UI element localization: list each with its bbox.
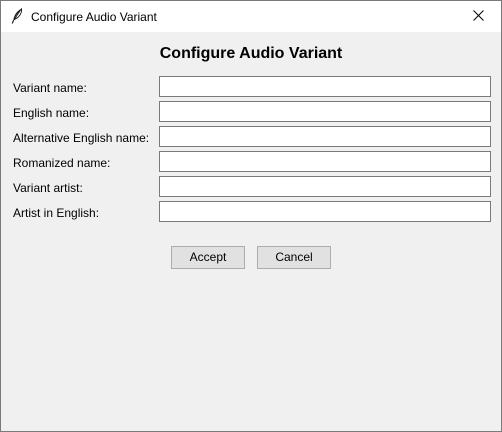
dialog-window: Configure Audio Variant Configure Audio … <box>0 0 502 432</box>
title-bar: Configure Audio Variant <box>1 1 501 32</box>
close-icon <box>472 9 484 24</box>
artist-in-english-input[interactable] <box>159 201 491 222</box>
close-button[interactable] <box>455 1 501 32</box>
dialog-heading: Configure Audio Variant <box>159 45 343 62</box>
english-name-input[interactable] <box>159 101 491 122</box>
english-name-label: English name: <box>13 106 90 120</box>
feather-icon <box>11 7 23 24</box>
window-title: Configure Audio Variant <box>31 10 157 24</box>
variant-name-label: Variant name: <box>13 81 87 95</box>
alternative-english-name-input[interactable] <box>159 126 491 147</box>
romanized-name-input[interactable] <box>159 151 491 172</box>
alternative-english-name-label: Alternative English name: <box>13 131 150 145</box>
romanized-name-label: Romanized name: <box>13 156 111 170</box>
accept-button[interactable]: Accept <box>171 246 245 269</box>
variant-name-input[interactable] <box>159 76 491 97</box>
cancel-button[interactable]: Cancel <box>257 246 331 269</box>
variant-artist-label: Variant artist: <box>13 181 83 195</box>
artist-in-english-label: Artist in English: <box>13 206 100 220</box>
variant-artist-input[interactable] <box>159 176 491 197</box>
